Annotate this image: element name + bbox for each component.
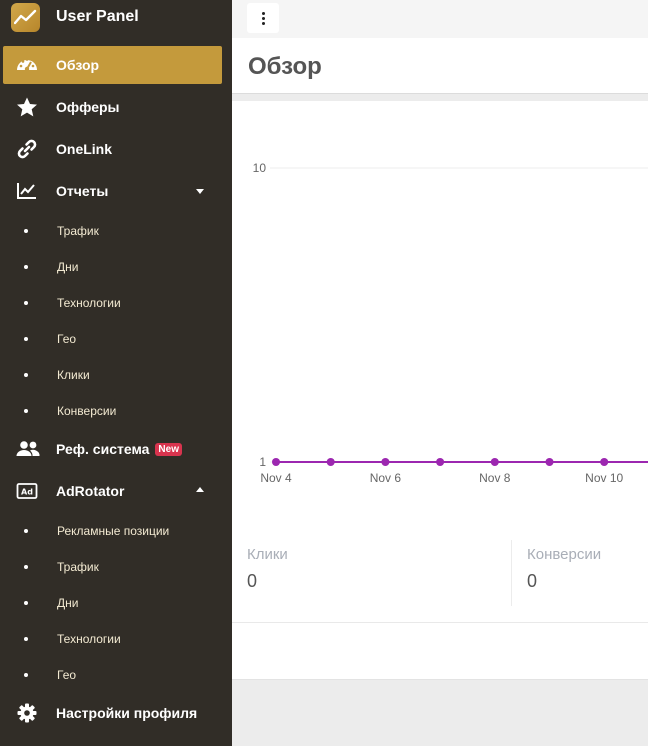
- sidebar-item-adrotator[interactable]: Ad AdRotator: [0, 472, 232, 510]
- sidebar-item-label: Обзор: [56, 57, 100, 73]
- bullet-icon: [24, 601, 28, 605]
- sidebar-subitem-reports-geo[interactable]: Гео: [0, 324, 232, 354]
- x-tick-label: Nov 6: [370, 471, 402, 485]
- sidebar-subitem-reports-conversions[interactable]: Конверсии: [0, 396, 232, 426]
- sidebar-subitem-label: Трафик: [57, 224, 99, 238]
- sidebar-subitem-label: Гео: [57, 668, 77, 682]
- sidebar-subitem-label: Дни: [57, 260, 79, 274]
- sidebar-item-referral[interactable]: Реф. система New: [0, 430, 232, 468]
- more-menu-button[interactable]: [247, 3, 279, 33]
- link-icon: [16, 139, 38, 159]
- bullet-icon: [24, 301, 28, 305]
- sidebar-subitem-label: Дни: [57, 596, 79, 610]
- sidebar-subitem-label: Гео: [57, 332, 77, 346]
- data-point: [381, 458, 390, 466]
- y-tick-label: 10: [253, 161, 267, 175]
- sidebar-item-label: Настройки профиля: [56, 705, 198, 721]
- sidebar-subitem-reports-days[interactable]: Дни: [0, 252, 232, 282]
- app-title: User Panel: [56, 8, 139, 25]
- sidebar-item-label: AdRotator: [56, 483, 125, 499]
- bullet-icon: [24, 373, 28, 377]
- chart-line-icon: [16, 181, 38, 201]
- sidebar-subitem-ad-geo[interactable]: Гео: [0, 660, 232, 690]
- sidebar-subitem-ad-days[interactable]: Дни: [0, 588, 232, 618]
- overview-card: 10 1 Nov 4 Nov 6 Nov 8 Nov 10 Клики 0 Конверс…: [232, 101, 648, 680]
- sidebar-item-reports[interactable]: Отчеты: [0, 172, 232, 210]
- top-bar: [232, 0, 648, 38]
- new-badge: New: [155, 443, 182, 456]
- sidebar-subitem-label: Технологии: [57, 296, 121, 310]
- stat-value: 0: [247, 571, 258, 591]
- chevron-up-icon: [196, 487, 204, 492]
- sidebar-item-label: Офферы: [56, 99, 120, 115]
- overview-chart: 10 1 Nov 4 Nov 6 Nov 8 Nov 10: [253, 161, 648, 485]
- sidebar-subitem-label: Трафик: [57, 560, 99, 574]
- sidebar-subitem-ad-traffic[interactable]: Трафик: [0, 552, 232, 582]
- x-tick-label: Nov 10: [585, 471, 623, 485]
- stat-label: Клики: [247, 546, 288, 563]
- data-point: [326, 458, 335, 466]
- sidebar-item-label-text: Реф. система: [56, 441, 150, 457]
- more-vertical-icon: [262, 12, 265, 15]
- stat-value: 0: [527, 571, 538, 591]
- more-vertical-icon: [262, 17, 265, 20]
- star-icon: [16, 97, 38, 117]
- sidebar-item-label: Отчеты: [56, 183, 109, 199]
- bullet-icon: [24, 529, 28, 533]
- svg-text:Ad: Ad: [21, 488, 33, 497]
- data-point: [272, 458, 280, 466]
- bullet-icon: [24, 265, 28, 269]
- sidebar-subitem-ad-tech[interactable]: Технологии: [0, 624, 232, 654]
- ad-icon: Ad: [16, 481, 38, 501]
- sidebar-subitem-reports-tech[interactable]: Технологии: [0, 288, 232, 318]
- sidebar-subitem-label: Клики: [57, 368, 90, 382]
- stat-clicks: Клики 0: [247, 546, 288, 592]
- dashboard-icon: [16, 55, 38, 75]
- bullet-icon: [24, 673, 28, 677]
- more-vertical-icon: [262, 22, 265, 25]
- sidebar: User Panel Обзор Офферы OneLink Отчеты Т…: [0, 0, 232, 746]
- chevron-down-icon: [196, 189, 204, 194]
- bullet-icon: [24, 409, 28, 413]
- bullet-icon: [24, 337, 28, 341]
- divider: [232, 622, 648, 623]
- sidebar-subitem-reports-traffic[interactable]: Трафик: [0, 216, 232, 246]
- sidebar-subitem-reports-clicks[interactable]: Клики: [0, 360, 232, 390]
- sidebar-item-offers[interactable]: Офферы: [0, 88, 232, 126]
- x-tick-label: Nov 8: [479, 471, 511, 485]
- bullet-icon: [24, 565, 28, 569]
- data-point: [436, 458, 445, 466]
- sidebar-item-overview[interactable]: Обзор: [3, 46, 222, 84]
- page-title: Обзор: [248, 53, 322, 80]
- brand[interactable]: User Panel: [0, 0, 232, 36]
- sidebar-subitem-label: Конверсии: [57, 404, 117, 418]
- data-point: [490, 458, 499, 466]
- sidebar-subitem-ad-positions[interactable]: Рекламные позиции: [0, 516, 232, 546]
- sidebar-item-label: OneLink: [56, 141, 113, 157]
- data-point: [600, 458, 609, 466]
- stat-label: Конверсии: [527, 546, 602, 563]
- bullet-icon: [24, 229, 28, 233]
- sidebar-item-onelink[interactable]: OneLink: [0, 130, 232, 168]
- data-point: [545, 458, 554, 466]
- page-header: Обзор: [232, 38, 648, 94]
- sidebar-subitem-label: Рекламные позиции: [57, 524, 170, 538]
- gear-icon: [16, 703, 38, 723]
- sidebar-item-profile-settings[interactable]: Настройки профиля: [0, 694, 232, 732]
- trend-chart-icon: [11, 3, 40, 32]
- stat-divider: [511, 540, 512, 606]
- x-tick-label: Nov 4: [260, 471, 292, 485]
- y-tick-label: 1: [259, 455, 266, 469]
- sidebar-subitem-label: Технологии: [57, 632, 121, 646]
- bullet-icon: [24, 637, 28, 641]
- users-icon: [16, 439, 40, 459]
- sidebar-item-label: Реф. система New: [56, 441, 182, 457]
- stat-conversions: Конверсии 0: [527, 546, 601, 592]
